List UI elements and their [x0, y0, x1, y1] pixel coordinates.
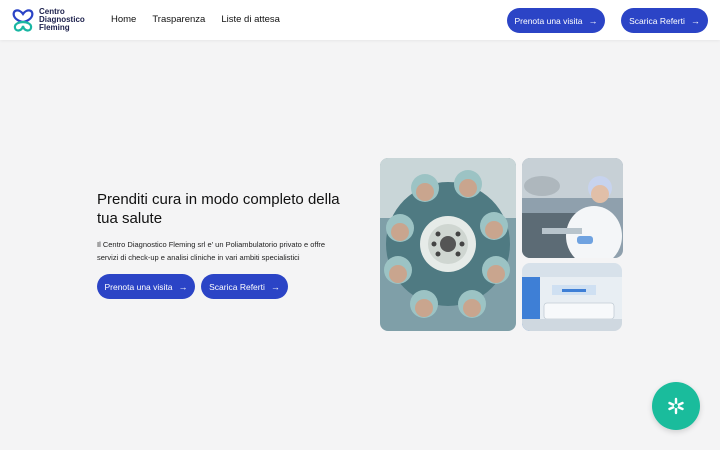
nav-home[interactable]: Home — [111, 14, 136, 25]
clinic-reception-photo — [522, 263, 622, 331]
header-book-visit-button[interactable]: Prenota una visita → — [507, 8, 605, 33]
hero-book-visit-button[interactable]: Prenota una visita → — [97, 274, 195, 299]
arrow-right-icon: → — [588, 15, 598, 26]
site-header: Centro Diagnostico Fleming Home Traspare… — [0, 0, 720, 40]
hero-download-reports-label: Scarica Referti — [209, 281, 265, 292]
hero-description: Il Centro Diagnostico Fleming srl e' un … — [97, 240, 326, 262]
site-logo[interactable]: Centro Diagnostico Fleming — [12, 8, 99, 32]
lab-researcher-photo — [522, 158, 623, 258]
accessibility-button[interactable] — [652, 382, 700, 430]
nav-trasparenza[interactable]: Trasparenza — [152, 14, 205, 25]
header-book-visit-label: Prenota una visita — [514, 15, 583, 26]
accessibility-icon — [668, 397, 684, 415]
fleming-logo-icon — [12, 9, 34, 32]
hero-book-visit-label: Prenota una visita — [104, 281, 173, 292]
nav-liste-attesa[interactable]: Liste di attesa — [221, 14, 280, 25]
hero-download-reports-button[interactable]: Scarica Referti → — [201, 274, 288, 299]
main-nav: Home Trasparenza Liste di attesa — [111, 14, 280, 25]
brand-name-line3: Fleming — [39, 23, 70, 32]
arrow-right-icon: → — [178, 281, 188, 292]
header-download-reports-label: Scarica Referti — [629, 15, 685, 26]
brand-name: Centro Diagnostico Fleming — [39, 8, 99, 32]
hero-title: Prenditi cura in modo completo della tua… — [97, 191, 340, 227]
arrow-right-icon: → — [270, 281, 280, 292]
arrow-right-icon: → — [690, 15, 700, 26]
surgeons-photo — [380, 158, 516, 331]
header-download-reports-button[interactable]: Scarica Referti → — [621, 8, 708, 33]
